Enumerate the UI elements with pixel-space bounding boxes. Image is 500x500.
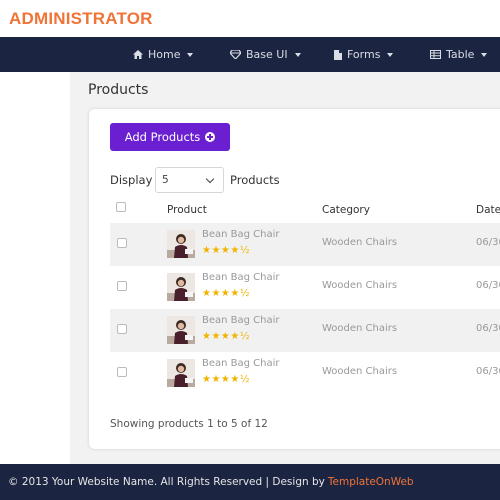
product-name[interactable]: Bean Bag Chair [202, 358, 280, 369]
row-checkbox[interactable] [117, 367, 127, 377]
left-panel [0, 72, 70, 464]
product-thumbnail [167, 359, 195, 387]
add-products-label: Add Products [124, 130, 201, 144]
table-row[interactable]: Bean Bag Chair ★★★★½ Wooden Chairs 06/30 [110, 309, 500, 352]
star-rating: ★★★★½ [202, 288, 251, 299]
footer-copyright: © 2013 Your Website Name. All Rights Res… [8, 476, 325, 488]
product-date: 06/30 [476, 237, 500, 248]
product-date: 06/30 [476, 280, 500, 291]
plus-circle-icon [205, 132, 216, 142]
column-header-product[interactable]: Product [167, 204, 207, 216]
page-title: Products [88, 82, 149, 98]
diamond-icon [230, 50, 241, 59]
nav-item-home[interactable]: Home [133, 37, 194, 72]
home-icon [133, 50, 143, 59]
product-thumbnail [167, 230, 195, 258]
brand-logo-text[interactable]: ADMINISTRATOR [9, 9, 153, 29]
product-category: Wooden Chairs [322, 323, 398, 334]
page-size-select[interactable]: 5 [155, 167, 224, 193]
row-checkbox[interactable] [117, 281, 127, 291]
display-label: Display [110, 173, 153, 187]
column-header-date[interactable]: Date [476, 204, 500, 216]
page-size-value: 5 [162, 174, 169, 186]
chevron-down-icon [205, 174, 215, 184]
page-footer: © 2013 Your Website Name. All Rights Res… [0, 464, 500, 500]
caret-down-icon [387, 52, 394, 57]
row-checkbox[interactable] [117, 324, 127, 334]
nav-item-label: Forms [347, 48, 381, 61]
nav-item-label: Base UI [246, 48, 288, 61]
row-checkbox[interactable] [117, 238, 127, 248]
product-category: Wooden Chairs [322, 280, 398, 291]
nav-item-label: Table [446, 48, 475, 61]
top-header: ADMINISTRATOR [0, 0, 500, 37]
product-name[interactable]: Bean Bag Chair [202, 315, 280, 326]
nav-item-table[interactable]: Table [430, 37, 488, 72]
select-all-checkbox[interactable] [116, 202, 126, 212]
star-rating: ★★★★½ [202, 374, 251, 385]
product-thumbnail [167, 273, 195, 301]
product-category: Wooden Chairs [322, 366, 398, 377]
product-name[interactable]: Bean Bag Chair [202, 272, 280, 283]
main-navbar: Home Base UI Forms Table [0, 37, 500, 72]
products-count-label: Products [230, 173, 280, 187]
nav-item-label: Home [148, 48, 181, 61]
product-thumbnail [167, 316, 195, 344]
add-products-button[interactable]: Add Products [110, 123, 230, 151]
product-date: 06/30 [476, 366, 500, 377]
table-row[interactable]: Bean Bag Chair ★★★★½ Wooden Chairs 06/30 [110, 266, 500, 309]
star-rating: ★★★★½ [202, 245, 251, 256]
table-icon [430, 50, 441, 59]
caret-down-icon [294, 52, 301, 57]
product-name[interactable]: Bean Bag Chair [202, 229, 280, 240]
table-row[interactable]: Bean Bag Chair ★★★★½ Wooden Chairs 06/30 [110, 352, 500, 395]
caret-down-icon [481, 52, 488, 57]
star-rating: ★★★★½ [202, 331, 251, 342]
document-icon [334, 49, 342, 60]
pagination-summary: Showing products 1 to 5 of 12 [110, 418, 268, 430]
column-header-category[interactable]: Category [322, 204, 370, 216]
table-row[interactable]: Bean Bag Chair ★★★★½ Wooden Chairs 06/30 [110, 223, 500, 266]
nav-item-base-ui[interactable]: Base UI [230, 37, 301, 72]
nav-item-forms[interactable]: Forms [334, 37, 394, 72]
product-date: 06/30 [476, 323, 500, 334]
caret-down-icon [187, 52, 194, 57]
product-category: Wooden Chairs [322, 237, 398, 248]
footer-designer-link[interactable]: TemplateOnWeb [328, 476, 414, 488]
